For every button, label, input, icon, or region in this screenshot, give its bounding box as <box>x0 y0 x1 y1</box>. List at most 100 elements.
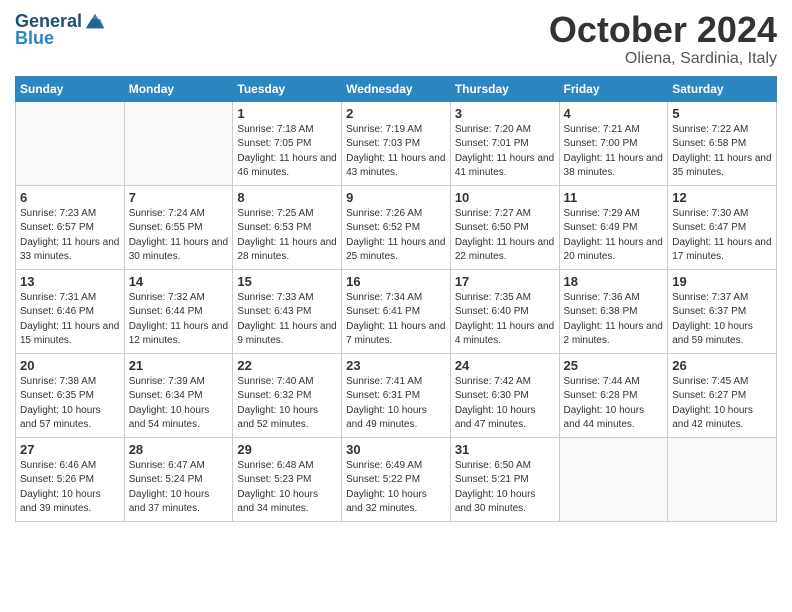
day-number: 4 <box>564 106 664 121</box>
calendar-cell: 9 Sunrise: 7:26 AM Sunset: 6:52 PM Daylig… <box>342 185 451 269</box>
day-info: Sunrise: 6:50 AM Sunset: 5:21 PM Dayligh… <box>455 459 555 517</box>
day-info: Sunrise: 7:39 AM Sunset: 6:34 PM Dayligh… <box>129 375 229 433</box>
day-info: Sunrise: 6:46 AM Sunset: 5:26 PM Dayligh… <box>20 459 120 517</box>
week-row: 13 Sunrise: 7:31 AM Sunset: 6:46 PM Dayli… <box>16 269 777 353</box>
day-number: 31 <box>455 442 555 457</box>
day-number: 2 <box>346 106 446 121</box>
day-info: Sunrise: 7:29 AM Sunset: 6:49 PM Dayligh… <box>564 207 664 265</box>
page: General Blue October 2024 Oliena, Sardin… <box>0 0 792 612</box>
day-number: 30 <box>346 442 446 457</box>
day-info: Sunrise: 7:38 AM Sunset: 6:35 PM Dayligh… <box>20 375 120 433</box>
day-number: 16 <box>346 274 446 289</box>
weekday-header: Tuesday <box>233 76 342 101</box>
calendar-cell: 21 Sunrise: 7:39 AM Sunset: 6:34 PM Dayli… <box>124 353 233 437</box>
day-number: 21 <box>129 358 229 373</box>
day-info: Sunrise: 7:33 AM Sunset: 6:43 PM Dayligh… <box>237 291 337 349</box>
calendar-cell <box>559 437 668 521</box>
day-info: Sunrise: 7:27 AM Sunset: 6:50 PM Dayligh… <box>455 207 555 265</box>
day-info: Sunrise: 7:34 AM Sunset: 6:41 PM Dayligh… <box>346 291 446 349</box>
week-row: 1 Sunrise: 7:18 AM Sunset: 7:05 PM Daylig… <box>16 101 777 185</box>
day-info: Sunrise: 7:36 AM Sunset: 6:38 PM Dayligh… <box>564 291 664 349</box>
calendar-table: SundayMondayTuesdayWednesdayThursdayFrid… <box>15 76 777 522</box>
calendar-cell: 16 Sunrise: 7:34 AM Sunset: 6:41 PM Dayli… <box>342 269 451 353</box>
day-info: Sunrise: 6:47 AM Sunset: 5:24 PM Dayligh… <box>129 459 229 517</box>
calendar-cell: 17Sunrise: 7:35 AM Sunset: 6:40 PM Dayli… <box>450 269 559 353</box>
day-info: Sunrise: 7:42 AM Sunset: 6:30 PM Dayligh… <box>455 375 555 433</box>
calendar-cell: 1 Sunrise: 7:18 AM Sunset: 7:05 PM Daylig… <box>233 101 342 185</box>
logo-icon <box>84 10 106 32</box>
weekday-header: Thursday <box>450 76 559 101</box>
day-number: 8 <box>237 190 337 205</box>
day-number: 13 <box>20 274 120 289</box>
day-number: 20 <box>20 358 120 373</box>
calendar-cell: 30Sunrise: 6:49 AM Sunset: 5:22 PM Dayli… <box>342 437 451 521</box>
day-number: 7 <box>129 190 229 205</box>
day-number: 10 <box>455 190 555 205</box>
day-number: 22 <box>237 358 337 373</box>
day-info: Sunrise: 7:24 AM Sunset: 6:55 PM Dayligh… <box>129 207 229 265</box>
day-info: Sunrise: 7:23 AM Sunset: 6:57 PM Dayligh… <box>20 207 120 265</box>
day-info: Sunrise: 7:31 AM Sunset: 6:46 PM Dayligh… <box>20 291 120 349</box>
day-info: Sunrise: 7:37 AM Sunset: 6:37 PM Dayligh… <box>672 291 772 349</box>
weekday-header: Friday <box>559 76 668 101</box>
calendar-cell: 11Sunrise: 7:29 AM Sunset: 6:49 PM Dayli… <box>559 185 668 269</box>
calendar-cell: 19 Sunrise: 7:37 AM Sunset: 6:37 PM Dayli… <box>668 269 777 353</box>
day-info: Sunrise: 7:32 AM Sunset: 6:44 PM Dayligh… <box>129 291 229 349</box>
day-number: 1 <box>237 106 337 121</box>
day-info: Sunrise: 7:30 AM Sunset: 6:47 PM Dayligh… <box>672 207 772 265</box>
day-info: Sunrise: 7:18 AM Sunset: 7:05 PM Dayligh… <box>237 123 337 181</box>
calendar-cell: 22 Sunrise: 7:40 AM Sunset: 6:32 PM Dayli… <box>233 353 342 437</box>
day-number: 6 <box>20 190 120 205</box>
day-number: 12 <box>672 190 772 205</box>
logo: General Blue <box>15 10 106 49</box>
day-number: 19 <box>672 274 772 289</box>
day-number: 17 <box>455 274 555 289</box>
calendar-cell: 24Sunrise: 7:42 AM Sunset: 6:30 PM Dayli… <box>450 353 559 437</box>
day-number: 26 <box>672 358 772 373</box>
day-number: 29 <box>237 442 337 457</box>
weekday-header: Wednesday <box>342 76 451 101</box>
calendar-header: SundayMondayTuesdayWednesdayThursdayFrid… <box>16 76 777 101</box>
day-info: Sunrise: 7:40 AM Sunset: 6:32 PM Dayligh… <box>237 375 337 433</box>
calendar-cell: 29Sunrise: 6:48 AM Sunset: 5:23 PM Dayli… <box>233 437 342 521</box>
header: General Blue October 2024 Oliena, Sardin… <box>15 10 777 68</box>
calendar-cell: 6 Sunrise: 7:23 AM Sunset: 6:57 PM Daylig… <box>16 185 125 269</box>
title-block: October 2024 Oliena, Sardinia, Italy <box>549 10 777 68</box>
calendar-cell: 2Sunrise: 7:19 AM Sunset: 7:03 PM Daylig… <box>342 101 451 185</box>
calendar-cell: 14 Sunrise: 7:32 AM Sunset: 6:44 PM Dayli… <box>124 269 233 353</box>
weekday-header: Monday <box>124 76 233 101</box>
day-number: 9 <box>346 190 446 205</box>
calendar-cell: 13 Sunrise: 7:31 AM Sunset: 6:46 PM Dayli… <box>16 269 125 353</box>
calendar-cell: 27Sunrise: 6:46 AM Sunset: 5:26 PM Dayli… <box>16 437 125 521</box>
calendar-cell <box>124 101 233 185</box>
day-number: 15 <box>237 274 337 289</box>
calendar-cell: 20 Sunrise: 7:38 AM Sunset: 6:35 PM Dayli… <box>16 353 125 437</box>
calendar-body: 1 Sunrise: 7:18 AM Sunset: 7:05 PM Daylig… <box>16 101 777 521</box>
day-info: Sunrise: 7:26 AM Sunset: 6:52 PM Dayligh… <box>346 207 446 265</box>
day-info: Sunrise: 7:22 AM Sunset: 6:58 PM Dayligh… <box>672 123 772 181</box>
weekday-row: SundayMondayTuesdayWednesdayThursdayFrid… <box>16 76 777 101</box>
day-info: Sunrise: 7:21 AM Sunset: 7:00 PM Dayligh… <box>564 123 664 181</box>
calendar-cell: 15 Sunrise: 7:33 AM Sunset: 6:43 PM Dayli… <box>233 269 342 353</box>
day-number: 5 <box>672 106 772 121</box>
location-title: Oliena, Sardinia, Italy <box>549 50 777 68</box>
day-info: Sunrise: 7:41 AM Sunset: 6:31 PM Dayligh… <box>346 375 446 433</box>
calendar-cell: 3Sunrise: 7:20 AM Sunset: 7:01 PM Daylig… <box>450 101 559 185</box>
day-number: 25 <box>564 358 664 373</box>
calendar-cell: 8 Sunrise: 7:25 AM Sunset: 6:53 PM Daylig… <box>233 185 342 269</box>
calendar-cell: 4 Sunrise: 7:21 AM Sunset: 7:00 PM Daylig… <box>559 101 668 185</box>
calendar-cell <box>16 101 125 185</box>
day-number: 23 <box>346 358 446 373</box>
week-row: 20 Sunrise: 7:38 AM Sunset: 6:35 PM Dayli… <box>16 353 777 437</box>
weekday-header: Sunday <box>16 76 125 101</box>
week-row: 27Sunrise: 6:46 AM Sunset: 5:26 PM Dayli… <box>16 437 777 521</box>
day-info: Sunrise: 7:25 AM Sunset: 6:53 PM Dayligh… <box>237 207 337 265</box>
calendar-cell <box>668 437 777 521</box>
weekday-header: Saturday <box>668 76 777 101</box>
day-number: 3 <box>455 106 555 121</box>
calendar-cell: 26Sunrise: 7:45 AM Sunset: 6:27 PM Dayli… <box>668 353 777 437</box>
calendar-cell: 28Sunrise: 6:47 AM Sunset: 5:24 PM Dayli… <box>124 437 233 521</box>
day-number: 14 <box>129 274 229 289</box>
calendar-cell: 25Sunrise: 7:44 AM Sunset: 6:28 PM Dayli… <box>559 353 668 437</box>
calendar-cell: 23 Sunrise: 7:41 AM Sunset: 6:31 PM Dayli… <box>342 353 451 437</box>
